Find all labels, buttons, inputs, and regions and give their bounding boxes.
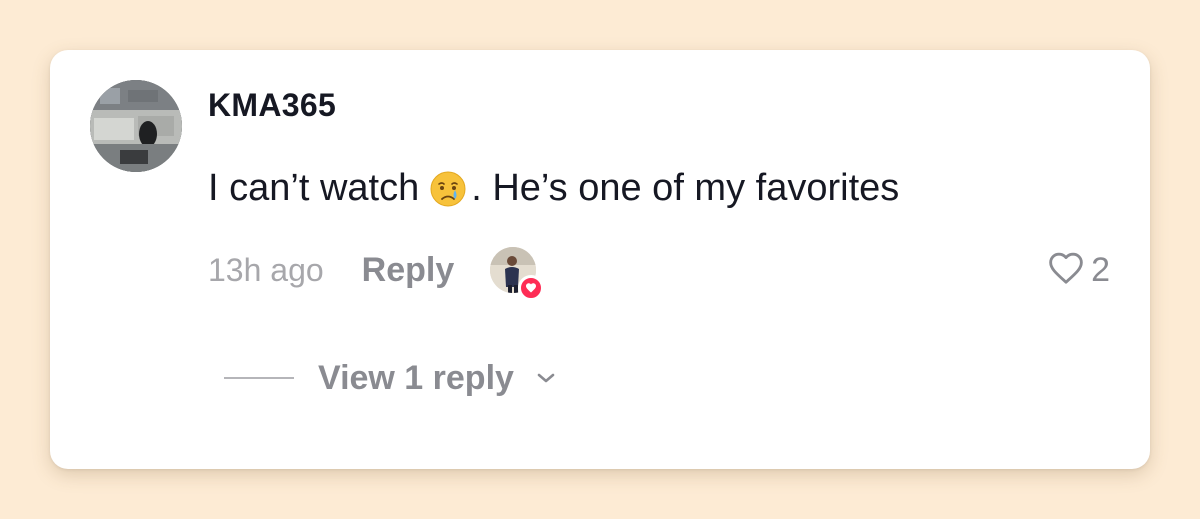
liked-by-creator-badge[interactable]	[490, 247, 545, 301]
like-count: 2	[1091, 250, 1110, 289]
crying-face-emoji	[429, 170, 467, 208]
chevron-down-icon	[536, 371, 556, 385]
heart-badge-icon	[518, 275, 545, 301]
username[interactable]: KMA365	[208, 87, 336, 124]
comment-card: KMA365 I can’t watch . He’s one of my fa…	[50, 50, 1150, 469]
comment-text-end: . He’s one of my favorites	[471, 167, 900, 209]
timestamp: 13h ago	[208, 251, 324, 288]
comment-text-start: I can’t watch	[208, 167, 420, 209]
heart-outline-icon	[1047, 250, 1085, 291]
reply-button[interactable]: Reply	[362, 251, 455, 290]
avatar[interactable]	[90, 80, 182, 172]
avatar-image	[90, 80, 182, 172]
comment-meta: 13h ago Reply	[208, 247, 545, 301]
comment-text: I can’t watch . He’s one of my favorites	[208, 167, 899, 210]
replies-divider	[224, 377, 294, 379]
view-replies-label: View 1 reply	[318, 358, 514, 397]
view-replies-button[interactable]: View 1 reply	[224, 355, 556, 401]
like-button[interactable]: 2	[1047, 248, 1110, 292]
